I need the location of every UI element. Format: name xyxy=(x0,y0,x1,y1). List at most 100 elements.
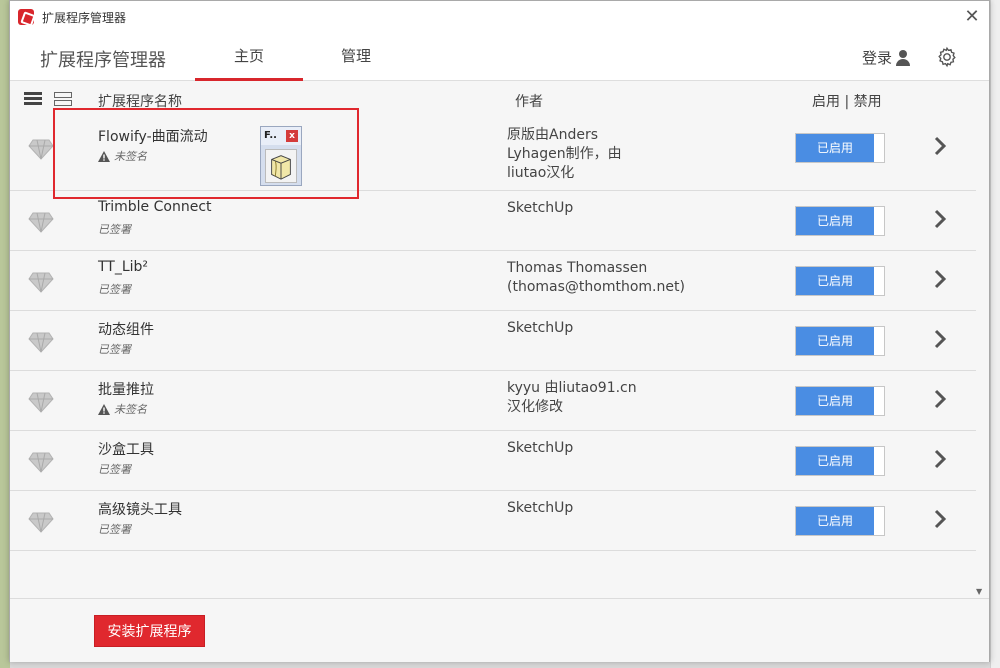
sketchup-logo-icon xyxy=(18,9,34,25)
title-bar: 扩展程序管理器 ✕ xyxy=(10,1,989,33)
toggle-enabled-label: 已启用 xyxy=(796,447,874,475)
user-icon xyxy=(896,49,911,66)
extension-gem-icon xyxy=(28,391,54,413)
column-enable-disable: 启用 | 禁用 xyxy=(812,94,882,110)
extension-author: SketchUp xyxy=(507,199,707,218)
extension-name: Trimble Connect xyxy=(98,199,212,215)
gear-icon[interactable] xyxy=(936,46,958,68)
extension-gem-icon xyxy=(28,331,54,353)
close-icon[interactable]: ✕ xyxy=(961,6,983,28)
column-author: 作者 xyxy=(515,94,543,110)
signature-label: 已签署 xyxy=(98,223,131,236)
extension-row[interactable]: Trimble Connect 已签署 SketchUp 已启用 xyxy=(10,191,976,251)
signature-status: 已签署 xyxy=(98,461,131,477)
window-title: 扩展程序管理器 xyxy=(42,10,127,25)
enable-toggle[interactable]: 已启用 xyxy=(795,326,885,356)
compact-view-icon[interactable] xyxy=(54,91,74,107)
extension-author: SketchUp xyxy=(507,439,707,458)
signature-status: 已签署 xyxy=(98,341,131,357)
extension-row[interactable]: Flowify-曲面流动未签名 原版由Anders Lyhagen制作，由 liuta… xyxy=(10,118,976,191)
flowify-tool-icon[interactable] xyxy=(265,149,297,183)
extension-row[interactable]: 高级镜头工具 已签署 SketchUp 已启用 xyxy=(10,491,976,551)
extension-gem-icon xyxy=(28,211,54,233)
toggle-enabled-label: 已启用 xyxy=(796,267,874,295)
chevron-right-icon[interactable] xyxy=(932,389,948,409)
signature-label: 未签名 xyxy=(114,403,147,416)
popup-title-text: F.. xyxy=(264,130,277,141)
login-label: 登录 xyxy=(862,49,893,67)
extension-author: kyyu 由liutao91.cn 汉化修改 xyxy=(507,379,707,417)
login-button[interactable]: 登录 xyxy=(862,47,911,68)
signature-label: 已签署 xyxy=(98,523,131,536)
enable-toggle[interactable]: 已启用 xyxy=(795,386,885,416)
author-line: SketchUp xyxy=(507,320,574,336)
author-line: 汉化修改 xyxy=(507,399,563,415)
author-line: (thomas@thomthom.net) xyxy=(507,279,685,295)
popup-close-icon[interactable]: x xyxy=(286,130,298,142)
column-header: 扩展程序名称 作者 启用 | 禁用 xyxy=(10,81,989,117)
enable-toggle[interactable]: 已启用 xyxy=(795,266,885,296)
tab-home[interactable]: 主页 xyxy=(195,33,303,81)
column-name: 扩展程序名称 xyxy=(98,94,182,110)
toggle-enabled-label: 已启用 xyxy=(796,387,874,415)
author-line: Thomas Thomassen xyxy=(507,260,648,276)
chevron-right-icon[interactable] xyxy=(932,136,948,156)
extension-author: 原版由Anders Lyhagen制作，由 liutao汉化 xyxy=(507,126,707,183)
toggle-enabled-label: 已启用 xyxy=(796,507,874,535)
signature-status: 已签署 xyxy=(98,221,131,237)
extension-row[interactable]: TT_Lib² 已签署 Thomas Thomassen (thomas@thomth… xyxy=(10,251,976,311)
toggle-enabled-label: 已启用 xyxy=(796,134,874,162)
footer: 安装扩展程序 xyxy=(10,598,989,662)
extension-gem-icon xyxy=(28,271,54,293)
chevron-right-icon[interactable] xyxy=(932,209,948,229)
extension-row[interactable]: 沙盒工具 已签署 SketchUp 已启用 xyxy=(10,431,976,491)
signature-status: 已签署 xyxy=(98,521,131,537)
author-line: SketchUp xyxy=(507,200,574,216)
toolbar-popup[interactable]: F.. x xyxy=(260,126,302,186)
extension-author: Thomas Thomassen (thomas@thomthom.net) xyxy=(507,259,707,297)
author-line: liutao汉化 xyxy=(507,165,575,181)
extension-name: 批量推拉 xyxy=(98,382,154,398)
header-bar: 扩展程序管理器 主页 管理 登录 xyxy=(10,33,989,81)
chevron-right-icon[interactable] xyxy=(932,449,948,469)
extension-list: Flowify-曲面流动未签名 原版由Anders Lyhagen制作，由 liuta… xyxy=(10,118,976,551)
signature-label: 已签署 xyxy=(98,463,131,476)
enable-toggle[interactable]: 已启用 xyxy=(795,446,885,476)
author-line: 原版由Anders xyxy=(507,127,598,143)
extension-name: Flowify-曲面流动 xyxy=(98,129,208,145)
author-line: Lyhagen制作，由 xyxy=(507,146,622,162)
tab-manage[interactable]: 管理 xyxy=(302,33,410,81)
toggle-enabled-label: 已启用 xyxy=(796,207,874,235)
extension-manager-window: 扩展程序管理器 ✕ 扩展程序管理器 主页 管理 登录 扩展程序名称 作者 启用 … xyxy=(9,0,990,662)
brand-title: 扩展程序管理器 xyxy=(40,50,166,71)
signature-status: 已签署 xyxy=(98,281,131,297)
signature-label: 未签名 xyxy=(114,150,147,163)
extension-row[interactable]: 批量推拉未签名 kyyu 由liutao91.cn 汉化修改 已启用 xyxy=(10,371,976,431)
chevron-right-icon[interactable] xyxy=(932,269,948,289)
signature-status: 未签名 xyxy=(98,401,147,417)
enable-toggle[interactable]: 已启用 xyxy=(795,133,885,163)
extension-gem-icon xyxy=(28,511,54,533)
extension-author: SketchUp xyxy=(507,499,707,518)
background-app-right xyxy=(990,0,1000,668)
enable-toggle[interactable]: 已启用 xyxy=(795,506,885,536)
warning-icon xyxy=(98,150,110,162)
signature-label: 已签署 xyxy=(98,343,131,356)
author-line: SketchUp xyxy=(507,500,574,516)
author-line: kyyu 由liutao91.cn xyxy=(507,380,637,396)
chevron-right-icon[interactable] xyxy=(932,509,948,529)
install-extension-button[interactable]: 安装扩展程序 xyxy=(94,615,205,647)
signature-label: 已签署 xyxy=(98,283,131,296)
signature-status: 未签名 xyxy=(98,148,147,164)
extension-row[interactable]: 动态组件已签署 SketchUp 已启用 xyxy=(10,311,976,371)
extension-name: 高级镜头工具 xyxy=(98,502,182,518)
scroll-down-arrow-icon[interactable]: ▼ xyxy=(976,587,982,596)
extension-name: 动态组件 xyxy=(98,322,154,338)
extension-name: TT_Lib² xyxy=(98,259,149,275)
chevron-right-icon[interactable] xyxy=(932,329,948,349)
list-view-icon[interactable] xyxy=(24,91,44,107)
toggle-enabled-label: 已启用 xyxy=(796,327,874,355)
warning-icon xyxy=(98,403,110,415)
extension-author: SketchUp xyxy=(507,319,707,338)
enable-toggle[interactable]: 已启用 xyxy=(795,206,885,236)
